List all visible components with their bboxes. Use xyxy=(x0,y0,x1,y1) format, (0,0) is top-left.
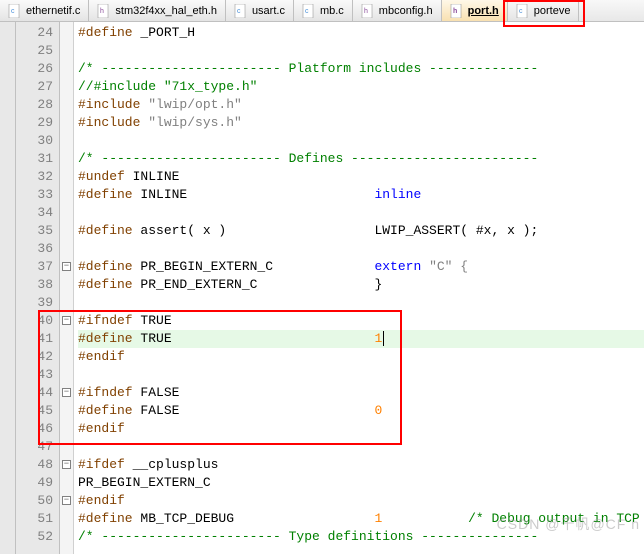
file-h-icon: h xyxy=(361,4,375,18)
line-number: 46 xyxy=(16,420,53,438)
line-number: 41 xyxy=(16,330,53,348)
fold-toggle-icon[interactable]: − xyxy=(62,460,71,469)
line-number: 24 xyxy=(16,24,53,42)
line-number: 33 xyxy=(16,186,53,204)
line-number: 31 xyxy=(16,150,53,168)
tab-bar: c ethernetif.c h stm32f4xx_hal_eth.h c u… xyxy=(0,0,644,22)
tab-ethernetif[interactable]: c ethernetif.c xyxy=(0,0,89,21)
tab-label: stm32f4xx_hal_eth.h xyxy=(115,5,217,17)
line-number: 45 xyxy=(16,402,53,420)
code-line: #define MB_TCP_DEBUG 1 /* Debug output i… xyxy=(78,510,644,528)
line-number: 40 xyxy=(16,312,53,330)
code-line: #include "lwip/opt.h" xyxy=(78,96,644,114)
line-number: 30 xyxy=(16,132,53,150)
svg-text:h: h xyxy=(100,8,104,15)
fold-toggle-icon[interactable]: − xyxy=(62,388,71,397)
code-line: /* ----------------------- Type definiti… xyxy=(78,528,644,546)
code-line: #ifndef FALSE xyxy=(78,384,644,402)
code-line: //#include "71x_type.h" xyxy=(78,78,644,96)
svg-text:h: h xyxy=(364,8,368,15)
line-number: 32 xyxy=(16,168,53,186)
line-number: 37 xyxy=(16,258,53,276)
tab-label: porteve xyxy=(534,5,571,17)
tab-mb[interactable]: c mb.c xyxy=(294,0,353,21)
code-line: #define _PORT_H xyxy=(78,24,644,42)
tab-usart[interactable]: c usart.c xyxy=(226,0,294,21)
line-number: 38 xyxy=(16,276,53,294)
file-c-icon: c xyxy=(234,4,248,18)
svg-text:c: c xyxy=(237,8,241,15)
code-line: #endif xyxy=(78,348,644,366)
code-line: /* ----------------------- Platform incl… xyxy=(78,60,644,78)
line-number-gutter: 2425262728293031323334353637383940414243… xyxy=(16,22,60,554)
code-line: #define assert( x ) LWIP_ASSERT( #x, x )… xyxy=(78,222,644,240)
svg-text:h: h xyxy=(453,8,457,15)
code-line xyxy=(78,132,644,150)
line-number: 42 xyxy=(16,348,53,366)
editor-area: 2425262728293031323334353637383940414243… xyxy=(0,22,644,554)
file-c-icon: c xyxy=(8,4,22,18)
line-number: 48 xyxy=(16,456,53,474)
file-h-icon: h xyxy=(450,4,464,18)
code-editor[interactable]: #define _PORT_H /* ---------------------… xyxy=(74,22,644,554)
code-line: #ifdef __cplusplus xyxy=(78,456,644,474)
code-line xyxy=(78,294,644,312)
code-line: PR_BEGIN_EXTERN_C xyxy=(78,474,644,492)
tab-label: ethernetif.c xyxy=(26,5,80,17)
line-number: 25 xyxy=(16,42,53,60)
line-number: 29 xyxy=(16,114,53,132)
line-number: 35 xyxy=(16,222,53,240)
line-number: 43 xyxy=(16,366,53,384)
tab-label: usart.c xyxy=(252,5,285,17)
code-line xyxy=(78,240,644,258)
tab-label: port.h xyxy=(468,5,499,17)
code-line: #ifndef TRUE xyxy=(78,312,644,330)
svg-text:c: c xyxy=(305,8,309,15)
code-line xyxy=(78,204,644,222)
line-number: 49 xyxy=(16,474,53,492)
line-number: 52 xyxy=(16,528,53,546)
marker-strip xyxy=(0,22,16,554)
code-line: #define FALSE 0 xyxy=(78,402,644,420)
code-line: #endif xyxy=(78,492,644,510)
code-line xyxy=(78,366,644,384)
fold-toggle-icon[interactable]: − xyxy=(62,262,71,271)
file-c-icon: c xyxy=(516,4,530,18)
file-h-icon: h xyxy=(97,4,111,18)
code-line: #define PR_BEGIN_EXTERN_C extern "C" { xyxy=(78,258,644,276)
code-line: #include "lwip/sys.h" xyxy=(78,114,644,132)
code-line: #define PR_END_EXTERN_C } xyxy=(78,276,644,294)
text-cursor xyxy=(383,331,384,346)
fold-toggle-icon[interactable]: − xyxy=(62,316,71,325)
code-line: /* ----------------------- Defines -----… xyxy=(78,150,644,168)
code-line xyxy=(78,42,644,60)
line-number: 39 xyxy=(16,294,53,312)
line-number: 26 xyxy=(16,60,53,78)
tab-port[interactable]: h port.h xyxy=(442,0,508,21)
line-number: 27 xyxy=(16,78,53,96)
tab-stm32[interactable]: h stm32f4xx_hal_eth.h xyxy=(89,0,226,21)
line-number: 34 xyxy=(16,204,53,222)
code-line: #endif xyxy=(78,420,644,438)
code-line: #undef INLINE xyxy=(78,168,644,186)
line-number: 50 xyxy=(16,492,53,510)
line-number: 44 xyxy=(16,384,53,402)
line-number: 36 xyxy=(16,240,53,258)
line-number: 51 xyxy=(16,510,53,528)
tab-porteve[interactable]: c porteve xyxy=(508,0,580,21)
svg-text:c: c xyxy=(11,8,15,15)
fold-toggle-icon[interactable]: − xyxy=(62,496,71,505)
tab-mbconfig[interactable]: h mbconfig.h xyxy=(353,0,442,21)
tab-label: mb.c xyxy=(320,5,344,17)
file-c-icon: c xyxy=(302,4,316,18)
line-number: 47 xyxy=(16,438,53,456)
svg-text:c: c xyxy=(519,8,523,15)
code-line: #define INLINE inline xyxy=(78,186,644,204)
code-line: #define TRUE 1 xyxy=(78,330,644,348)
code-line xyxy=(78,438,644,456)
tab-label: mbconfig.h xyxy=(379,5,433,17)
line-number: 28 xyxy=(16,96,53,114)
fold-strip: − − − − − xyxy=(60,22,74,554)
